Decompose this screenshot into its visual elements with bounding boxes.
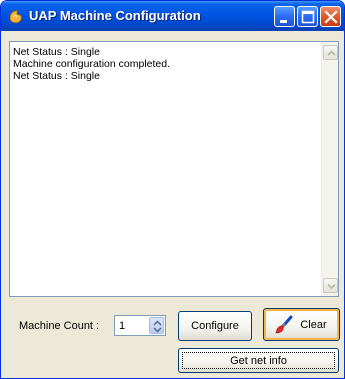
scroll-down-button[interactable] [323,278,338,293]
log-line: Machine configuration completed. [13,58,171,70]
stepper-down-icon[interactable] [153,327,162,333]
stepper-up-icon[interactable] [153,320,162,326]
chevron-down-icon [327,283,336,290]
maximize-icon [301,10,315,24]
window-title: UAP Machine Configuration [29,8,201,23]
log-textbox[interactable]: Net Status : Single Machine configuratio… [9,41,339,297]
get-net-info-button-label: Get net info [230,354,287,367]
configure-button[interactable]: Configure [178,311,252,341]
machine-count-label: Machine Count : [19,320,100,332]
minimize-button[interactable] [274,6,295,27]
log-line: Net Status : Single [13,46,100,58]
maximize-button[interactable] [297,6,318,27]
chevron-up-icon [327,50,336,56]
app-icon [9,10,22,24]
log-scrollbar[interactable] [321,42,338,296]
brush-icon [275,315,293,334]
title-bar[interactable]: UAP Machine Configuration [1,1,344,31]
log-line: Net Status : Single [13,70,100,82]
close-button[interactable] [320,6,341,27]
get-net-info-button[interactable]: Get net info [178,348,339,373]
clear-button-label: Clear [300,318,327,331]
close-icon [324,10,338,24]
minimize-icon [280,20,287,23]
machine-count-stepper[interactable] [114,315,166,336]
stepper-buttons[interactable] [149,317,164,334]
log-lines: Net Status : Single Machine configuratio… [13,46,318,82]
app-window: UAP Machine Configuration Net Status : S… [0,0,345,379]
machine-count-input[interactable] [115,316,149,335]
configure-button-label: Configure [191,320,239,332]
scroll-up-button[interactable] [323,45,338,60]
clear-button[interactable]: Clear [263,308,340,341]
